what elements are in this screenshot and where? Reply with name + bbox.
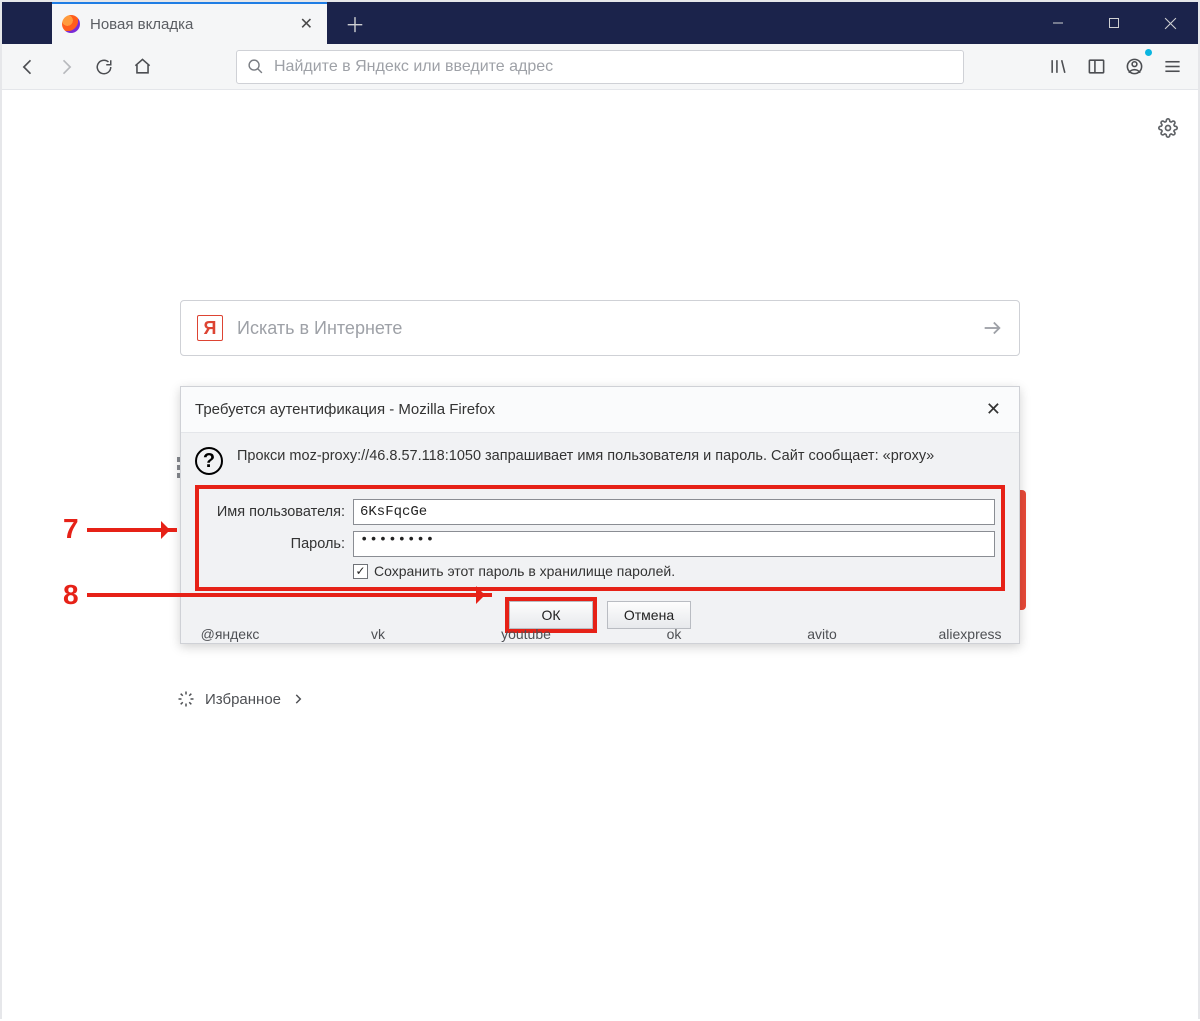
reload-button[interactable]	[88, 51, 120, 83]
firefox-icon	[62, 15, 80, 33]
browser-tab[interactable]: Новая вкладка ✕	[52, 2, 327, 44]
shortcut-ok[interactable]: ok	[634, 626, 714, 642]
tab-title: Новая вкладка	[90, 16, 286, 33]
cancel-button[interactable]: Отмена	[607, 601, 691, 629]
top-sites-row: @яндекс vk youtube ok avito aliexpress	[180, 626, 1020, 642]
titlebar: Новая вкладка ✕ ＋	[2, 2, 1198, 44]
shortcut-yandex[interactable]: @яндекс	[190, 626, 270, 642]
annotation-8: 8	[57, 577, 85, 613]
url-input[interactable]	[274, 58, 953, 76]
forward-button[interactable]	[50, 51, 82, 83]
chevron-right-icon	[291, 692, 305, 706]
shortcut-vk[interactable]: vk	[338, 626, 418, 642]
shortcut-youtube[interactable]: youtube	[486, 626, 566, 642]
page-content: Я Требуется аутентификация - Mozilla Fir…	[2, 90, 1198, 1021]
favorites-section[interactable]: Избранное	[177, 690, 305, 708]
auth-dialog: Требуется аутентификация - Mozilla Firef…	[180, 386, 1020, 644]
tab-close-icon[interactable]: ✕	[296, 12, 317, 36]
search-icon	[247, 58, 264, 75]
newtab-settings-button[interactable]	[1158, 118, 1178, 138]
username-label: Имя пользователя:	[205, 504, 345, 520]
notification-dot-icon	[1145, 49, 1152, 56]
window-maximize-button[interactable]	[1086, 2, 1142, 44]
navigation-toolbar	[2, 44, 1198, 90]
main-search-box[interactable]: Я	[180, 300, 1020, 356]
save-password-label: Сохранить этот пароль в хранилище пароле…	[374, 563, 675, 579]
window-minimize-button[interactable]	[1030, 2, 1086, 44]
url-bar[interactable]	[236, 50, 964, 84]
search-arrow-icon[interactable]	[981, 317, 1003, 339]
window-close-button[interactable]	[1142, 2, 1198, 44]
main-search-input[interactable]	[237, 318, 967, 339]
annotation-7: 7	[57, 511, 85, 547]
app-menu-button[interactable]	[1156, 51, 1188, 83]
shortcut-avito[interactable]: avito	[782, 626, 862, 642]
save-password-checkbox[interactable]: ✓	[353, 564, 368, 579]
shortcut-aliexpress[interactable]: aliexpress	[930, 626, 1010, 642]
question-icon: ?	[195, 447, 223, 475]
ok-button[interactable]: ОК	[509, 601, 593, 629]
dialog-title: Требуется аутентификация - Mozilla Firef…	[195, 401, 495, 418]
favorites-label: Избранное	[205, 691, 281, 708]
library-button[interactable]	[1042, 51, 1074, 83]
dialog-titlebar: Требуется аутентификация - Mozilla Firef…	[181, 387, 1019, 433]
annotation-8-arrow	[87, 593, 492, 597]
sparkle-icon	[177, 690, 195, 708]
dialog-close-button[interactable]: ✕	[982, 395, 1005, 424]
account-button[interactable]	[1118, 51, 1150, 83]
new-tab-button[interactable]: ＋	[342, 10, 368, 36]
annotation-7-arrow	[87, 528, 177, 532]
password-label: Пароль:	[205, 536, 345, 552]
dialog-message: Прокси moz-proxy://46.8.57.118:1050 запр…	[237, 447, 934, 467]
window-controls	[1030, 2, 1198, 44]
password-input[interactable]: ••••••••	[353, 531, 995, 557]
credentials-form-highlight: Имя пользователя: Пароль: •••••••• ✓ Сох…	[195, 485, 1005, 591]
yandex-logo-icon: Я	[197, 315, 223, 341]
sidebar-button[interactable]	[1080, 51, 1112, 83]
home-button[interactable]	[126, 51, 158, 83]
back-button[interactable]	[12, 51, 44, 83]
username-input[interactable]	[353, 499, 995, 525]
